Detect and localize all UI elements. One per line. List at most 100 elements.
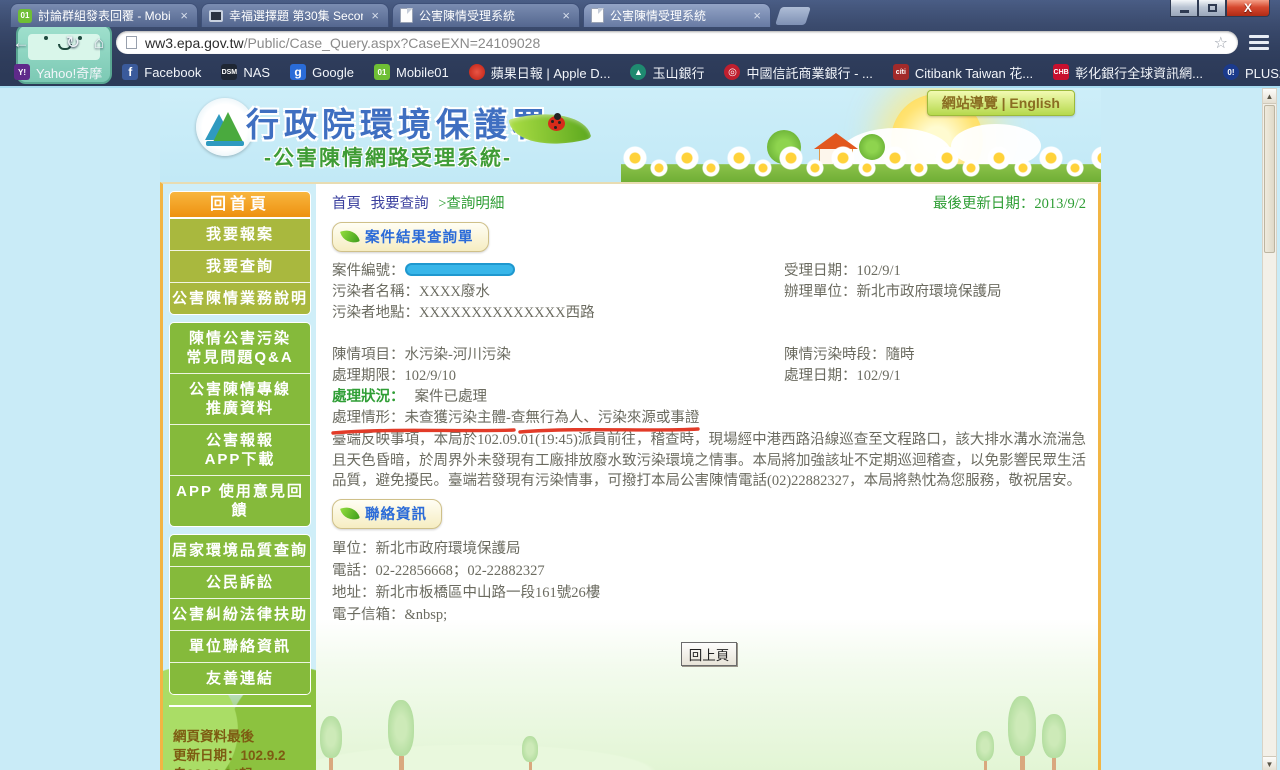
plus28-favicon: 0! — [1222, 64, 1239, 80]
tab-close-icon[interactable]: × — [178, 9, 190, 22]
ladybug-decoration — [548, 113, 565, 131]
url-host: ww3.epa.gov.tw — [145, 34, 244, 51]
sidebar-group-links: 居家環境品質查詢 公民訴訟 公害糾紛法律扶助 單位聯絡資訊 友善連結 — [169, 534, 311, 695]
sidebar-group-resources: 陳情公害污染 常見問題Q&A 公害陳情專線 推廣資料 公害報報 APP下載 AP… — [169, 322, 311, 527]
contact-address: 地址：新北市板橋區中山路一段161號26樓 — [332, 584, 601, 601]
tree-decoration — [1042, 714, 1066, 770]
bookmark-appledaily[interactable]: 蘋果日報 | Apple D... — [468, 63, 610, 82]
page-scrollbar[interactable]: ▲ ▼ — [1262, 88, 1277, 770]
sidebar-item-home-env-quality[interactable]: 居家環境品質查詢 — [170, 535, 310, 566]
page-favicon — [591, 8, 604, 23]
hill-decoration — [316, 726, 776, 770]
ctbc-favicon: ◎ — [724, 64, 741, 80]
breadcrumb-query-link[interactable]: 我要查詢 — [371, 196, 429, 212]
bookmark-google[interactable]: g Google — [290, 64, 354, 80]
process-date: 處理日期：102/9/1 — [784, 368, 901, 384]
tab-title: 公害陳情受理系統 — [610, 9, 707, 23]
detail-row: 處理期限：102/9/10 處理日期：102/9/1 — [332, 366, 1086, 387]
tab-close-icon[interactable]: × — [560, 9, 572, 22]
sidebar-item-qa[interactable]: 陳情公害污染 常見問題Q&A — [170, 323, 310, 373]
sidebar-item-legal-aid[interactable]: 公害糾紛法律扶助 — [170, 598, 310, 630]
bookmark-mobile01[interactable]: 01 Mobile01 — [374, 64, 449, 80]
sidebar-item-app-feedback[interactable]: APP 使用意見回饋 — [170, 475, 310, 526]
bookmark-star-icon[interactable]: ☆ — [1214, 33, 1228, 53]
sidebar-item-hotline-material[interactable]: 公害陳情專線 推廣資料 — [170, 373, 310, 424]
back-icon[interactable]: ← — [8, 34, 34, 51]
window-controls: X — [1170, 0, 1270, 17]
case-result-section-header: 案件結果查詢單 — [332, 222, 489, 252]
bookmark-label: Facebook — [144, 64, 202, 80]
status-label: 處理狀況： — [332, 389, 405, 405]
tab-close-icon[interactable]: × — [751, 9, 763, 22]
tab-title: 公害陳情受理系統 — [419, 9, 516, 23]
mobile01-favicon: 01 — [18, 8, 32, 23]
close-button[interactable]: X — [1226, 0, 1270, 17]
contact-phone: 電話：02-22856668；02-22882327 — [332, 562, 545, 579]
yahoo-favicon: Y! — [14, 64, 30, 80]
breadcrumb-home-link[interactable]: 首頁 — [332, 196, 361, 212]
flower-decoration — [621, 142, 1101, 182]
tab-mobile01-thread[interactable]: 01 討論群組發表回覆 - Mobi × — [10, 3, 198, 27]
sidebar-item-app-download[interactable]: 公害報報 APP下載 — [170, 424, 310, 475]
visitor-counter: 網頁資料最後 更新日期：102.9.2 自92.10.04起 瀏覽人次：1634… — [169, 705, 311, 770]
tab-close-icon[interactable]: × — [369, 9, 381, 22]
bookmark-chb[interactable]: CHB 彰化銀行全球資訊網... — [1053, 63, 1203, 82]
sidebar-item-citizen-lawsuit[interactable]: 公民訴訟 — [170, 566, 310, 598]
sidebar-item-home[interactable]: 回首頁 — [169, 191, 311, 218]
sidebar-item-query-case[interactable]: 我要查詢 — [170, 250, 310, 282]
sidebar-item-report-case[interactable]: 我要報案 — [170, 219, 310, 250]
leaf-icon — [340, 226, 360, 247]
new-tab-button[interactable] — [775, 7, 811, 25]
bookmark-citibank[interactable]: cíti Citibank Taiwan 花... — [892, 63, 1034, 82]
browser-toolbar: ← ↻ ⌂ ww3.epa.gov.tw /Public/Case_Query.… — [0, 27, 1280, 58]
site-nav-english-link[interactable]: 網站導覽 | English — [926, 90, 1075, 116]
bookmark-plus28[interactable]: 0! PLUS28 論壇|討論區 — [1222, 63, 1280, 82]
handling-agency: 辦理單位：新北市政府環境保護局 — [784, 284, 1002, 300]
citi-favicon: cíti — [892, 64, 909, 80]
bookmarks-bar: Y! Yahoo!奇摩 f Facebook DSM NAS g Google 01 Mo… — [0, 58, 1280, 86]
tab-epa-system-1[interactable]: 公害陳情受理系統 × — [392, 3, 580, 27]
scroll-up-icon[interactable]: ▲ — [1263, 89, 1276, 104]
sidebar-item-business-info[interactable]: 公害陳情業務說明 — [170, 282, 310, 314]
sidebar-group-report: 我要報案 我要查詢 公害陳情業務說明 — [169, 218, 311, 315]
scrollbar-thumb[interactable] — [1264, 105, 1275, 253]
home-icon[interactable]: ⌂ — [86, 34, 112, 51]
address-bar[interactable]: ww3.epa.gov.tw /Public/Case_Query.aspx?C… — [116, 31, 1238, 54]
bookmark-esunbank[interactable]: ▲ 玉山銀行 — [630, 63, 704, 82]
accept-date: 受理日期：102/9/1 — [784, 263, 901, 279]
bookmark-label: 玉山銀行 — [652, 65, 705, 81]
bookmark-label: Yahoo!奇摩 — [36, 65, 103, 81]
close-icon: X — [1243, 1, 1252, 15]
bookmark-facebook[interactable]: f Facebook — [122, 64, 201, 80]
menu-icon[interactable] — [1246, 33, 1272, 53]
bookmark-label: Citibank Taiwan 花... — [914, 65, 1034, 81]
sidebar-item-friendly-links[interactable]: 友善連結 — [170, 662, 310, 694]
tree-decoration — [320, 716, 342, 770]
handling-result: 處理情形：未查獲污染主體-查無行為人、污染來源或事證 — [332, 410, 700, 426]
minimize-icon — [1179, 9, 1189, 13]
bookmark-nas[interactable]: DSM NAS — [221, 64, 270, 80]
tab-title: 討論群組發表回覆 - Mobi — [38, 9, 171, 23]
back-to-previous-button[interactable]: 回上頁 — [680, 641, 738, 666]
section-header-label: 案件結果查詢單 — [365, 230, 474, 246]
contact-unit: 單位：新北市政府環境保護局 — [332, 540, 521, 557]
tab-epa-system-active[interactable]: 公害陳情受理系統 × — [583, 3, 771, 27]
scroll-down-icon[interactable]: ▼ — [1263, 756, 1276, 770]
sidebar-item-unit-contacts[interactable]: 單位聯絡資訊 — [170, 630, 310, 662]
contact-email: 電子信箱：&nbsp; — [332, 606, 448, 623]
nas-favicon: DSM — [221, 64, 238, 80]
bookmark-ctbc[interactable]: ◎ 中國信託商業銀行 - ... — [724, 63, 873, 82]
minimize-button[interactable] — [1170, 0, 1198, 17]
polluter-location: 污染者地點：XXXXXXXXXXXXXX西路 — [332, 305, 595, 321]
site-container: 行政院環境保護署 -公害陳情網路受理系統- 網站導覽 | English 回首頁… — [160, 88, 1101, 770]
tab-video[interactable]: 幸福選擇題 第30集 Secor × — [201, 3, 389, 27]
bookmark-label: 彰化銀行全球資訊網... — [1075, 65, 1203, 81]
bookmark-yahoo[interactable]: Y! Yahoo!奇摩 — [14, 63, 102, 82]
maximize-button[interactable] — [1198, 0, 1226, 17]
detail-row: 處理情形：未查獲污染主體-查無行為人、污染來源或事證 — [331, 408, 1086, 435]
browser-chrome: 01 討論群組發表回覆 - Mobi × 幸福選擇題 第30集 Secor × … — [0, 0, 1280, 86]
site-subtitle: -公害陳情網路受理系統- — [264, 147, 512, 170]
page-favicon — [400, 8, 413, 23]
site-title: 行政院環境保護署 — [246, 106, 550, 143]
reload-icon[interactable]: ↻ — [60, 34, 86, 51]
